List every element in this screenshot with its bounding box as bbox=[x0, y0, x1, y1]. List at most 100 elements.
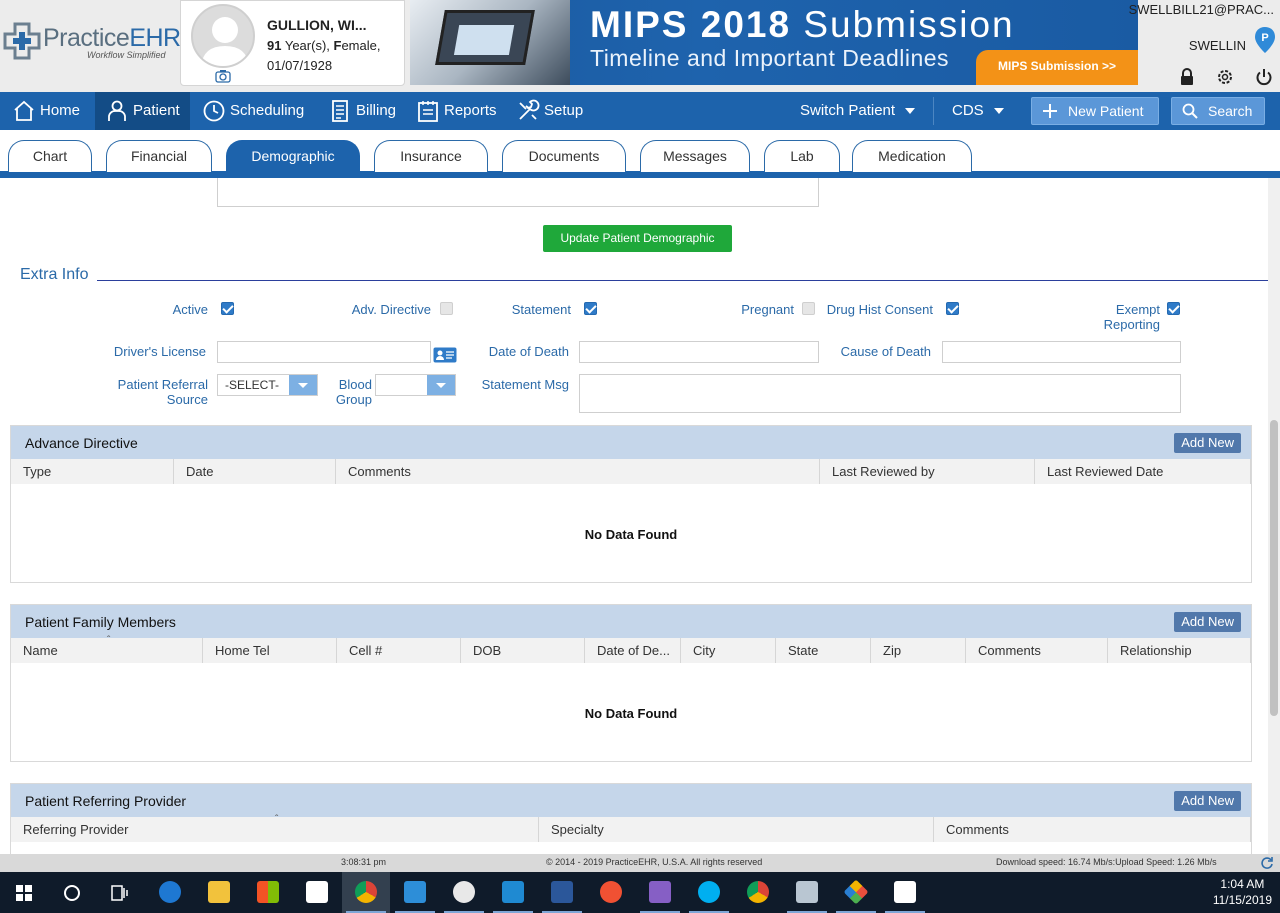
referral-source-value: -SELECT- bbox=[225, 378, 280, 392]
photos-icon[interactable] bbox=[881, 872, 929, 913]
paint-icon[interactable] bbox=[440, 872, 488, 913]
column-header[interactable]: Comments bbox=[336, 459, 820, 484]
vscode-icon[interactable] bbox=[489, 872, 537, 913]
column-header[interactable]: Zip bbox=[871, 638, 966, 663]
cds-dropdown[interactable]: CDS bbox=[942, 92, 1022, 130]
mips-submission-button[interactable]: MIPS Submission >> bbox=[976, 50, 1138, 85]
add-referring-provider-button[interactable]: Add New bbox=[1174, 791, 1241, 811]
switch-patient-dropdown[interactable]: Switch Patient bbox=[790, 92, 928, 130]
billing-icon bbox=[332, 100, 348, 122]
referral-source-select[interactable]: -SELECT- bbox=[217, 374, 318, 396]
tab-financial[interactable]: Financial bbox=[106, 140, 212, 172]
column-header[interactable]: Comments bbox=[934, 817, 1251, 842]
id-card-icon[interactable] bbox=[433, 347, 457, 363]
edge-icon[interactable] bbox=[146, 872, 194, 913]
column-header[interactable]: City bbox=[681, 638, 776, 663]
task-view-icon[interactable] bbox=[96, 872, 144, 913]
column-header[interactable]: Date bbox=[174, 459, 336, 484]
drivers-license-input[interactable] bbox=[217, 341, 431, 363]
tab-lab[interactable]: Lab bbox=[764, 140, 840, 172]
store-icon[interactable] bbox=[244, 872, 292, 913]
patient-name[interactable]: GULLION, WI... bbox=[267, 17, 367, 33]
mips-banner[interactable]: MIPS 2018 Submission Timeline and Import… bbox=[410, 0, 1138, 85]
drug-hist-consent-checkbox[interactable] bbox=[946, 302, 959, 315]
visual-studio-icon[interactable] bbox=[636, 872, 684, 913]
nav-home[interactable]: Home bbox=[2, 92, 95, 130]
exempt-reporting-checkbox[interactable] bbox=[1167, 302, 1180, 315]
column-header[interactable]: Date of De... bbox=[585, 638, 681, 663]
start-icon[interactable] bbox=[0, 872, 48, 913]
file-explorer-icon[interactable] bbox=[195, 872, 243, 913]
git-gui-icon[interactable] bbox=[587, 872, 635, 913]
tab-insurance[interactable]: Insurance bbox=[374, 140, 488, 172]
nav-scheduling[interactable]: Scheduling bbox=[192, 92, 316, 130]
banner-title: MIPS 2018 Submission bbox=[590, 4, 1015, 46]
mail-icon[interactable] bbox=[293, 872, 341, 913]
power-icon[interactable] bbox=[1255, 68, 1273, 86]
remote-desktop-icon[interactable] bbox=[391, 872, 439, 913]
tab-messages[interactable]: Messages bbox=[640, 140, 750, 172]
patient-age-gender: 91 Year(s), Female, bbox=[267, 38, 380, 53]
column-header[interactable]: Specialty bbox=[539, 817, 934, 842]
cause-of-death-input[interactable] bbox=[942, 341, 1181, 363]
banner-title-bold: MIPS 2018 bbox=[590, 4, 792, 45]
column-header[interactable]: Comments bbox=[966, 638, 1108, 663]
location-pin-icon[interactable]: P bbox=[1254, 26, 1276, 54]
column-header[interactable]: State bbox=[776, 638, 871, 663]
blood-group-select[interactable] bbox=[375, 374, 456, 396]
patient-avatar[interactable] bbox=[191, 4, 255, 68]
scrollbar-thumb[interactable] bbox=[1270, 420, 1278, 716]
practiceehr-logo[interactable]: PracticeEHR Workflow Simplified bbox=[3, 20, 181, 64]
column-header[interactable]: Cell # bbox=[337, 638, 461, 663]
tab-demographic[interactable]: Demographic bbox=[226, 140, 360, 174]
nav-patient[interactable]: Patient bbox=[95, 92, 190, 130]
column-header[interactable]: Type bbox=[11, 459, 174, 484]
system-clock[interactable]: 1:04 AM 11/15/2019 bbox=[1213, 876, 1272, 908]
column-header[interactable]: DOB bbox=[461, 638, 585, 663]
chevron-down-icon[interactable] bbox=[427, 375, 455, 395]
patient-card[interactable]: GULLION, WI... 91 Year(s), Female, 01/07… bbox=[180, 0, 405, 86]
add-family-member-button[interactable]: Add New bbox=[1174, 612, 1241, 632]
gear-icon[interactable] bbox=[1216, 68, 1234, 86]
footer-time: 3:08:31 pm bbox=[341, 857, 387, 867]
camera-icon[interactable] bbox=[215, 69, 231, 86]
content-scrollbar[interactable] bbox=[1268, 178, 1280, 854]
column-header[interactable]: Last Reviewed Date bbox=[1035, 459, 1251, 484]
new-patient-button[interactable]: New Patient bbox=[1031, 97, 1159, 125]
chevron-down-icon[interactable] bbox=[289, 375, 317, 395]
nav-reports[interactable]: Reports bbox=[406, 92, 506, 130]
tab-medication[interactable]: Medication bbox=[852, 140, 972, 172]
pregnant-checkbox[interactable] bbox=[802, 302, 815, 315]
chrome-icon-2[interactable] bbox=[734, 872, 782, 913]
logo-cross-icon bbox=[3, 22, 41, 60]
column-header[interactable]: Home Tel bbox=[203, 638, 337, 663]
column-header[interactable]: Last Reviewed by bbox=[820, 459, 1035, 484]
sourcetree-icon[interactable] bbox=[832, 872, 880, 913]
statement-checkbox[interactable] bbox=[584, 302, 597, 315]
family-members-panel: Patient Family Members Add New Name ˆ Ho… bbox=[10, 604, 1252, 762]
date-of-death-input[interactable] bbox=[579, 341, 819, 363]
update-demographic-button[interactable]: Update Patient Demographic bbox=[543, 225, 732, 252]
column-header[interactable]: Relationship bbox=[1108, 638, 1251, 663]
active-checkbox[interactable] bbox=[221, 302, 234, 315]
section-divider bbox=[97, 280, 1268, 281]
search-button[interactable]: Search bbox=[1171, 97, 1265, 125]
refresh-icon[interactable] bbox=[1260, 856, 1274, 870]
notes-textarea[interactable] bbox=[217, 178, 819, 207]
tab-chart[interactable]: Chart bbox=[8, 140, 92, 172]
cortana-icon[interactable] bbox=[48, 872, 96, 913]
statement-msg-textarea[interactable] bbox=[579, 374, 1181, 413]
lock-icon[interactable] bbox=[1178, 68, 1196, 86]
chrome-icon[interactable] bbox=[342, 872, 390, 913]
user-name[interactable]: SWELLIN bbox=[1189, 38, 1246, 53]
referral-label-line1: Patient Referral bbox=[117, 377, 208, 392]
nav-billing[interactable]: Billing bbox=[318, 92, 404, 130]
network-icon[interactable] bbox=[783, 872, 831, 913]
sort-ascending-icon: ˆ bbox=[107, 635, 111, 646]
tab-documents[interactable]: Documents bbox=[502, 140, 626, 172]
adv-directive-checkbox[interactable] bbox=[440, 302, 453, 315]
word-icon[interactable] bbox=[538, 872, 586, 913]
skype-icon[interactable] bbox=[685, 872, 733, 913]
add-advance-directive-button[interactable]: Add New bbox=[1174, 433, 1241, 453]
nav-setup[interactable]: Setup bbox=[506, 92, 596, 130]
